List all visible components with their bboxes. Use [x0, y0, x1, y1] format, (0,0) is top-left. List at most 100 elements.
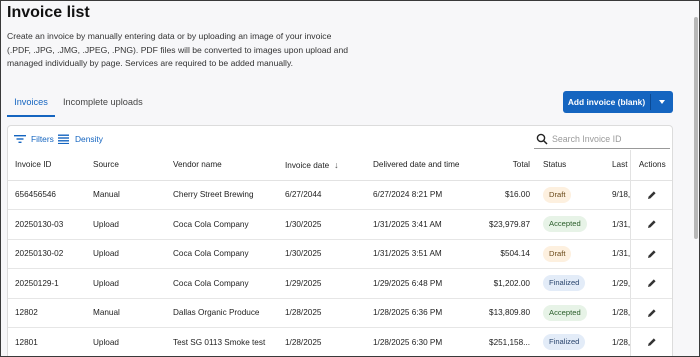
cell-invoice-date: 1/28/2025	[278, 327, 366, 356]
table-row[interactable]: 12802 Manual Dallas Organic Produce 1/28…	[8, 298, 672, 328]
cell-source: Manual	[86, 298, 166, 328]
cell-delivered: 1/31/2025 3:51 AM	[366, 239, 482, 269]
cell-status: Accepted	[536, 298, 605, 328]
cell-invoice-id: 12802	[8, 298, 86, 328]
cell-source: Upload	[86, 209, 166, 240]
cell-actions	[629, 209, 672, 240]
cell-invoice-id: 656456546	[8, 180, 86, 210]
cell-total: $504.14	[482, 239, 536, 269]
tab-invoices[interactable]: Invoices	[7, 93, 55, 117]
cell-delivered: 6/27/2024 8:21 PM	[366, 180, 482, 210]
cell-invoice-date: 1/30/2025	[278, 209, 366, 240]
cell-vendor: Coca Cola Company	[166, 209, 278, 240]
cell-invoice-id: 20250129-1	[8, 268, 86, 299]
invoice-date-header-label: Invoice date	[285, 160, 330, 170]
chevron-down-icon	[659, 100, 665, 104]
cell-invoice-date: 1/30/2025	[278, 239, 366, 269]
column-header-invoice-date[interactable]: Invoice date ↓	[278, 150, 366, 181]
page-scrollbar[interactable]	[693, 17, 699, 356]
cell-status: Finalized	[536, 327, 605, 356]
add-invoice-split-button: Add invoice (blank)	[563, 91, 673, 113]
search-box	[534, 129, 670, 149]
cell-actions	[629, 239, 672, 269]
invoice-grid: Filters Density Search Invoice ID Invoic…	[7, 125, 673, 356]
status-badge: Accepted	[543, 304, 587, 321]
cell-source: Upload	[86, 268, 166, 299]
app-frame: Invoice list Create an invoice by manual…	[0, 0, 700, 357]
cell-vendor: Coca Cola Company	[166, 239, 278, 269]
status-badge: Draft	[543, 186, 572, 203]
pencil-icon[interactable]	[647, 190, 657, 200]
column-header-invoice-id[interactable]: Invoice ID	[8, 150, 86, 181]
status-badge: Accepted	[543, 216, 587, 233]
column-header-last[interactable]: Last	[605, 150, 630, 181]
cell-vendor: Dallas Organic Produce	[166, 298, 278, 328]
cell-status: Draft	[536, 239, 605, 269]
status-badge: Draft	[543, 245, 572, 262]
cell-source: Manual	[86, 180, 166, 210]
pencil-icon[interactable]	[647, 278, 657, 288]
filters-button[interactable]: Filters	[14, 132, 54, 146]
cell-last: 1/29,	[605, 268, 630, 299]
cell-actions	[629, 327, 672, 356]
column-header-status[interactable]: Status	[536, 150, 605, 181]
cell-status: Draft	[536, 180, 605, 210]
cell-invoice-id: 20250130-03	[8, 209, 86, 240]
cell-total: $13,809.80	[482, 298, 536, 328]
scrollbar-thumb[interactable]	[694, 17, 698, 239]
search-icon	[536, 133, 548, 145]
pencil-icon[interactable]	[647, 308, 657, 318]
column-header-actions: Actions	[629, 150, 672, 181]
cell-total: $1,202.00	[482, 268, 536, 299]
density-icon	[58, 134, 69, 144]
cell-last: 1/28,	[605, 327, 630, 356]
add-invoice-dropdown-button[interactable]	[651, 91, 673, 113]
page-title: Invoice list	[7, 4, 90, 21]
cell-invoice-date: 1/29/2025	[278, 268, 366, 299]
status-badge: Finalized	[543, 275, 586, 292]
add-invoice-button[interactable]: Add invoice (blank)	[563, 91, 650, 113]
cell-last: 1/31,	[605, 209, 630, 240]
status-badge: Finalized	[543, 334, 586, 351]
column-header-vendor-name[interactable]: Vendor name	[166, 150, 278, 181]
cell-actions	[629, 298, 672, 328]
table-row[interactable]: 20250130-02 Upload Coca Cola Company 1/3…	[8, 239, 672, 269]
cell-source: Upload	[86, 327, 166, 356]
density-label: Density	[75, 134, 103, 144]
table-row[interactable]: 20250130-03 Upload Coca Cola Company 1/3…	[8, 209, 672, 240]
arrow-down-icon: ↓	[334, 159, 339, 170]
cell-actions	[629, 180, 672, 210]
search-input[interactable]	[552, 133, 662, 144]
filter-icon	[14, 135, 26, 143]
cell-total: $251,158...	[482, 327, 536, 356]
tab-incomplete-uploads[interactable]: Incomplete uploads	[63, 93, 143, 117]
cell-total: $23,979.87	[482, 209, 536, 240]
cell-delivered: 1/29/2025 6:48 PM	[366, 268, 482, 299]
page-description: Create an invoice by manually entering d…	[7, 31, 349, 68]
column-header-source[interactable]: Source	[86, 150, 166, 181]
cell-delivered: 1/28/2025 6:36 PM	[366, 298, 482, 328]
cell-invoice-date: 6/27/2044	[278, 180, 366, 210]
column-header-delivered[interactable]: Delivered date and time	[366, 150, 482, 181]
table-row[interactable]: 656456546 Manual Cherry Street Brewing 6…	[8, 180, 672, 210]
table-row[interactable]: 12801 Upload Test SG 0113 Smoke test 1/2…	[8, 327, 672, 356]
cell-status: Finalized	[536, 268, 605, 299]
density-button[interactable]: Density	[58, 132, 103, 146]
pencil-icon[interactable]	[647, 337, 657, 347]
pencil-icon[interactable]	[647, 249, 657, 259]
cell-last: 1/28,	[605, 298, 630, 328]
cell-invoice-id: 12801	[8, 327, 86, 356]
cell-vendor: Test SG 0113 Smoke test	[166, 327, 278, 356]
cell-total: $16.00	[482, 180, 536, 210]
cell-last: 9/18,	[605, 180, 630, 210]
cell-delivered: 1/28/2025 6:30 PM	[366, 327, 482, 356]
cell-invoice-date: 1/28/2025	[278, 298, 366, 328]
cell-actions	[629, 268, 672, 299]
filters-label: Filters	[31, 134, 54, 144]
table-row[interactable]: 20250129-1 Upload Coca Cola Company 1/29…	[8, 268, 672, 299]
pencil-icon[interactable]	[647, 219, 657, 229]
column-header-total[interactable]: Total	[482, 150, 536, 181]
cell-last: 1/31,	[605, 239, 630, 269]
cell-delivered: 1/31/2025 3:41 AM	[366, 209, 482, 240]
cell-vendor: Coca Cola Company	[166, 268, 278, 299]
